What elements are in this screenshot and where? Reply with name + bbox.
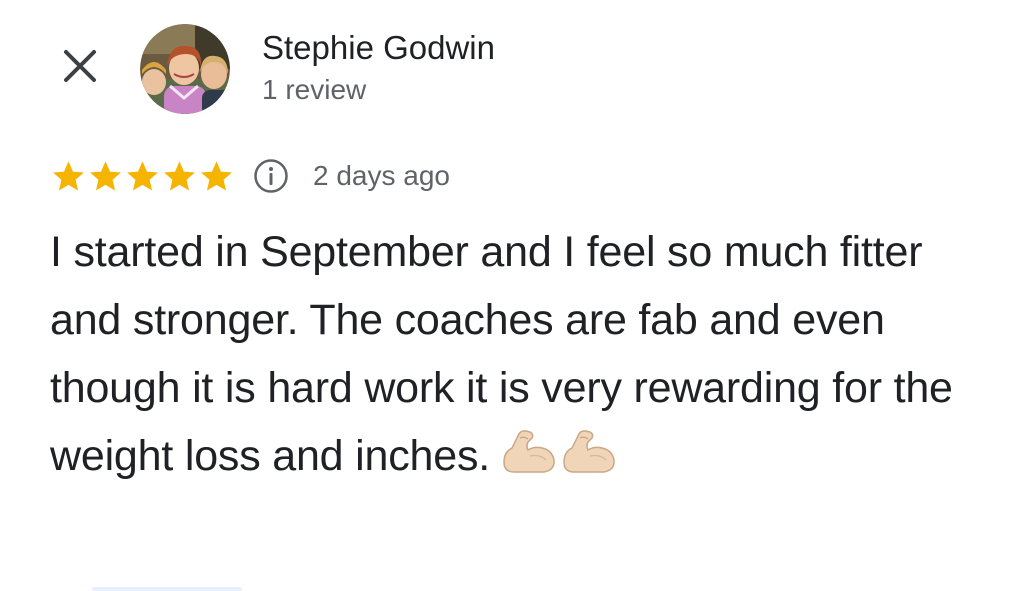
info-button[interactable]	[253, 158, 289, 194]
star-icon	[164, 160, 195, 191]
review-body: I started in September and I feel so muc…	[50, 218, 990, 496]
review-date: 2 days ago	[313, 160, 450, 191]
close-icon	[64, 50, 96, 82]
avatar[interactable]	[140, 24, 230, 114]
star-icon	[201, 160, 232, 191]
bottom-action-hint	[92, 587, 242, 591]
emoji-group	[500, 426, 620, 496]
info-icon	[254, 159, 288, 193]
review-card: Stephie Godwin 1 review 2 days ago I sta…	[0, 0, 1024, 591]
rating-row: 2 days ago	[50, 154, 450, 198]
flexed-biceps-icon	[503, 430, 555, 473]
reviewer-name[interactable]: Stephie Godwin	[262, 26, 495, 70]
close-button[interactable]	[56, 42, 104, 90]
star-icon	[90, 160, 121, 191]
star-icon	[53, 160, 84, 191]
review-count: 1 review	[262, 74, 367, 105]
flexed-biceps-icon	[563, 430, 615, 473]
star-rating	[50, 158, 235, 195]
profile-photo	[140, 24, 230, 114]
star-icon	[127, 160, 158, 191]
